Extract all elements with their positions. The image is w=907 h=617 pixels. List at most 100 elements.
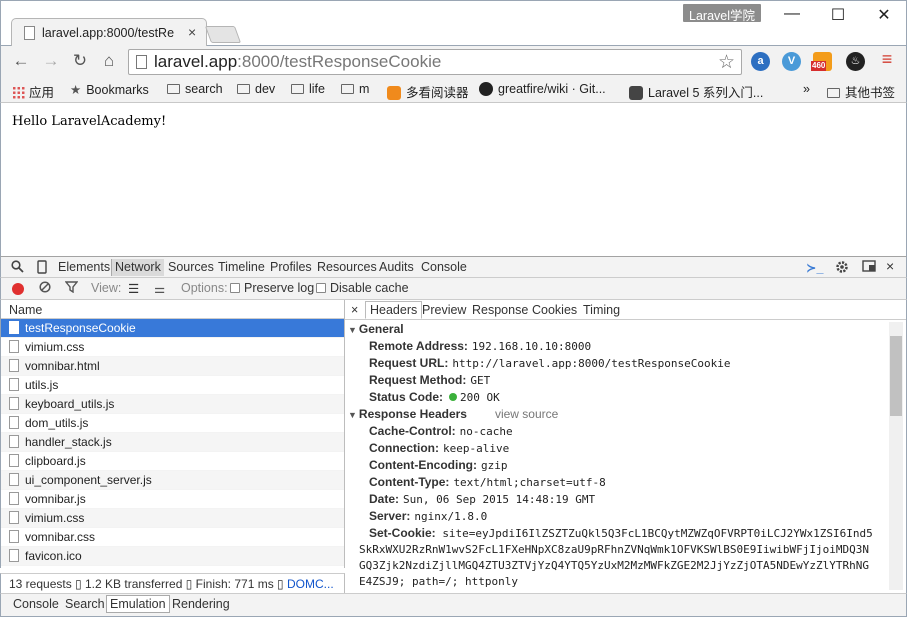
inspect-icon[interactable] — [11, 260, 24, 276]
large-rows-icon[interactable]: ☰ — [128, 281, 139, 296]
bookmark-github[interactable]: greatfire/wiki · Git... — [479, 82, 606, 96]
request-name: vomnibar.js — [25, 492, 86, 506]
header-row: Cache-Control: no-cache — [345, 423, 885, 440]
tab-timeline[interactable]: Timeline — [218, 260, 265, 274]
request-name: vomnibar.html — [25, 359, 100, 373]
minimize-button[interactable]: — — [777, 5, 807, 27]
request-row[interactable]: handler_stack.js — [1, 433, 344, 452]
request-row[interactable]: vomnibar.html — [1, 357, 344, 376]
drawer-tab-search[interactable]: Search — [65, 597, 105, 611]
request-row[interactable]: ui_component_server.js — [1, 471, 344, 490]
request-row[interactable]: testResponseCookie — [1, 319, 344, 338]
dock-side-icon[interactable] — [862, 260, 876, 275]
request-row[interactable]: utils.js — [1, 376, 344, 395]
bookmark-folder-life[interactable]: life — [291, 82, 325, 96]
overview-icon[interactable]: ⚌ — [154, 281, 165, 296]
tab-sources[interactable]: Sources — [168, 260, 214, 274]
bookmark-folder-dev[interactable]: dev — [237, 82, 275, 96]
record-button[interactable] — [12, 283, 24, 295]
close-window-button[interactable]: ✕ — [869, 5, 899, 27]
flame-extension-icon[interactable]: ♨ — [846, 52, 865, 71]
tab-response[interactable]: Response — [472, 303, 528, 317]
profile-badge[interactable]: Laravel学院 — [683, 4, 761, 23]
tab-timing[interactable]: Timing — [583, 303, 620, 317]
device-mode-icon[interactable] — [37, 260, 47, 277]
tab-audits[interactable]: Audits — [379, 260, 414, 274]
disable-cache-checkbox[interactable]: Disable cache — [316, 281, 409, 295]
browser-toolbar: ← → ↻ ⌂ laravel.app:8000/testResponseCoo… — [0, 46, 907, 77]
extension-a-icon[interactable]: a — [751, 52, 770, 71]
header-key: Server: — [369, 509, 411, 523]
drawer-tab-console[interactable]: Console — [13, 597, 59, 611]
general-section-title[interactable]: ▼ General — [345, 321, 885, 338]
extension-v-icon[interactable]: V — [782, 52, 801, 71]
forward-icon[interactable]: → — [41, 51, 61, 71]
tab-network[interactable]: Network — [111, 259, 164, 276]
bookmark-folder-search[interactable]: search — [167, 82, 223, 96]
bookmark-reader[interactable]: 多看阅读器 — [387, 82, 469, 101]
tab-preview[interactable]: Preview — [422, 303, 466, 317]
tab-profiles[interactable]: Profiles — [270, 260, 312, 274]
network-toolbar: View: ☰ ⚌ Options: Preserve log Disable … — [0, 278, 907, 300]
apps-bookmark[interactable]: 应用 — [12, 82, 54, 101]
more-bookmarks-button[interactable]: » — [803, 82, 810, 96]
url-text[interactable]: laravel.app:8000/testResponseCookie — [154, 52, 441, 72]
request-row[interactable]: vomnibar.js — [1, 490, 344, 509]
preserve-log-checkbox[interactable]: Preserve log — [230, 281, 314, 295]
transferred-size: 1.2 KB transferred — [85, 577, 183, 591]
rss-extension-icon[interactable]: 460 — [811, 52, 832, 71]
tab-headers[interactable]: Headers — [365, 301, 423, 319]
request-name: ui_component_server.js — [25, 473, 152, 487]
expand-triangle-icon: ▼ — [348, 325, 357, 335]
drawer-tab-emulation[interactable]: Emulation — [106, 595, 170, 613]
drawer-tab-rendering[interactable]: Rendering — [172, 597, 230, 611]
new-tab-button[interactable] — [204, 26, 242, 43]
file-icon — [9, 492, 19, 505]
header-value: 200 OK — [460, 391, 500, 404]
tab-console[interactable]: Console — [421, 260, 467, 274]
file-icon — [9, 530, 19, 543]
address-bar[interactable]: laravel.app:8000/testResponseCookie ☆ — [128, 49, 742, 75]
scrollbar-thumb[interactable] — [890, 336, 902, 416]
request-detail-pane: × Headers Preview Response Cookies Timin… — [345, 300, 907, 593]
header-value: site=eyJpdiI6IlZSZTZuQkl5Q3FcL1BCQytMZWZ… — [359, 527, 873, 588]
header-value: http://laravel.app:8000/testResponseCook… — [452, 357, 731, 370]
header-value: gzip — [480, 459, 508, 472]
tab-close-icon[interactable]: × — [188, 24, 196, 40]
bookmarks-label: Bookmarks — [86, 83, 149, 97]
bookmark-folder-m[interactable]: m — [341, 82, 369, 96]
request-row[interactable]: vomnibar.css — [1, 528, 344, 547]
detail-scrollbar[interactable] — [889, 322, 903, 590]
bookmark-star-icon[interactable]: ☆ — [718, 51, 735, 74]
tab-resources[interactable]: Resources — [317, 260, 377, 274]
request-row[interactable]: vimium.css — [1, 338, 344, 357]
tab-cookies[interactable]: Cookies — [532, 303, 577, 317]
divider: ▯ — [185, 577, 196, 591]
request-row[interactable]: dom_utils.js — [1, 414, 344, 433]
back-icon[interactable]: ← — [11, 51, 31, 71]
request-row[interactable]: keyboard_utils.js — [1, 395, 344, 414]
browser-tab[interactable]: laravel.app:8000/testRe × — [11, 18, 207, 47]
reload-icon[interactable]: ↻ — [70, 51, 90, 71]
bookmarks-bookmark[interactable]: ★ Bookmarks — [70, 82, 149, 97]
request-row[interactable]: favicon.ico — [1, 547, 344, 566]
request-row[interactable]: clipboard.js — [1, 452, 344, 471]
other-bookmarks[interactable]: 其他书签 — [827, 82, 895, 101]
devtools-close-icon[interactable]: × — [886, 258, 894, 274]
bookmark-laravel[interactable]: Laravel 5 系列入门... — [629, 82, 763, 101]
maximize-button[interactable]: ☐ — [823, 5, 853, 27]
menu-icon[interactable]: ≡ — [877, 49, 897, 69]
home-icon[interactable]: ⌂ — [99, 51, 119, 71]
response-headers-section-title[interactable]: ▼ Response Headers view source — [345, 406, 885, 423]
request-row[interactable]: vimium.css — [1, 509, 344, 528]
settings-gear-icon[interactable] — [835, 260, 849, 277]
clear-icon[interactable] — [39, 281, 51, 296]
console-drawer-icon[interactable]: ≻_ — [806, 260, 823, 275]
filter-icon[interactable] — [64, 281, 79, 296]
github-label: greatfire/wiki · Git... — [498, 82, 606, 96]
name-column-header[interactable]: Name — [1, 300, 344, 319]
view-source-link[interactable]: view source — [495, 407, 558, 421]
apps-grid-icon — [12, 86, 25, 99]
detail-close-icon[interactable]: × — [351, 303, 358, 317]
tab-elements[interactable]: Elements — [58, 260, 110, 274]
